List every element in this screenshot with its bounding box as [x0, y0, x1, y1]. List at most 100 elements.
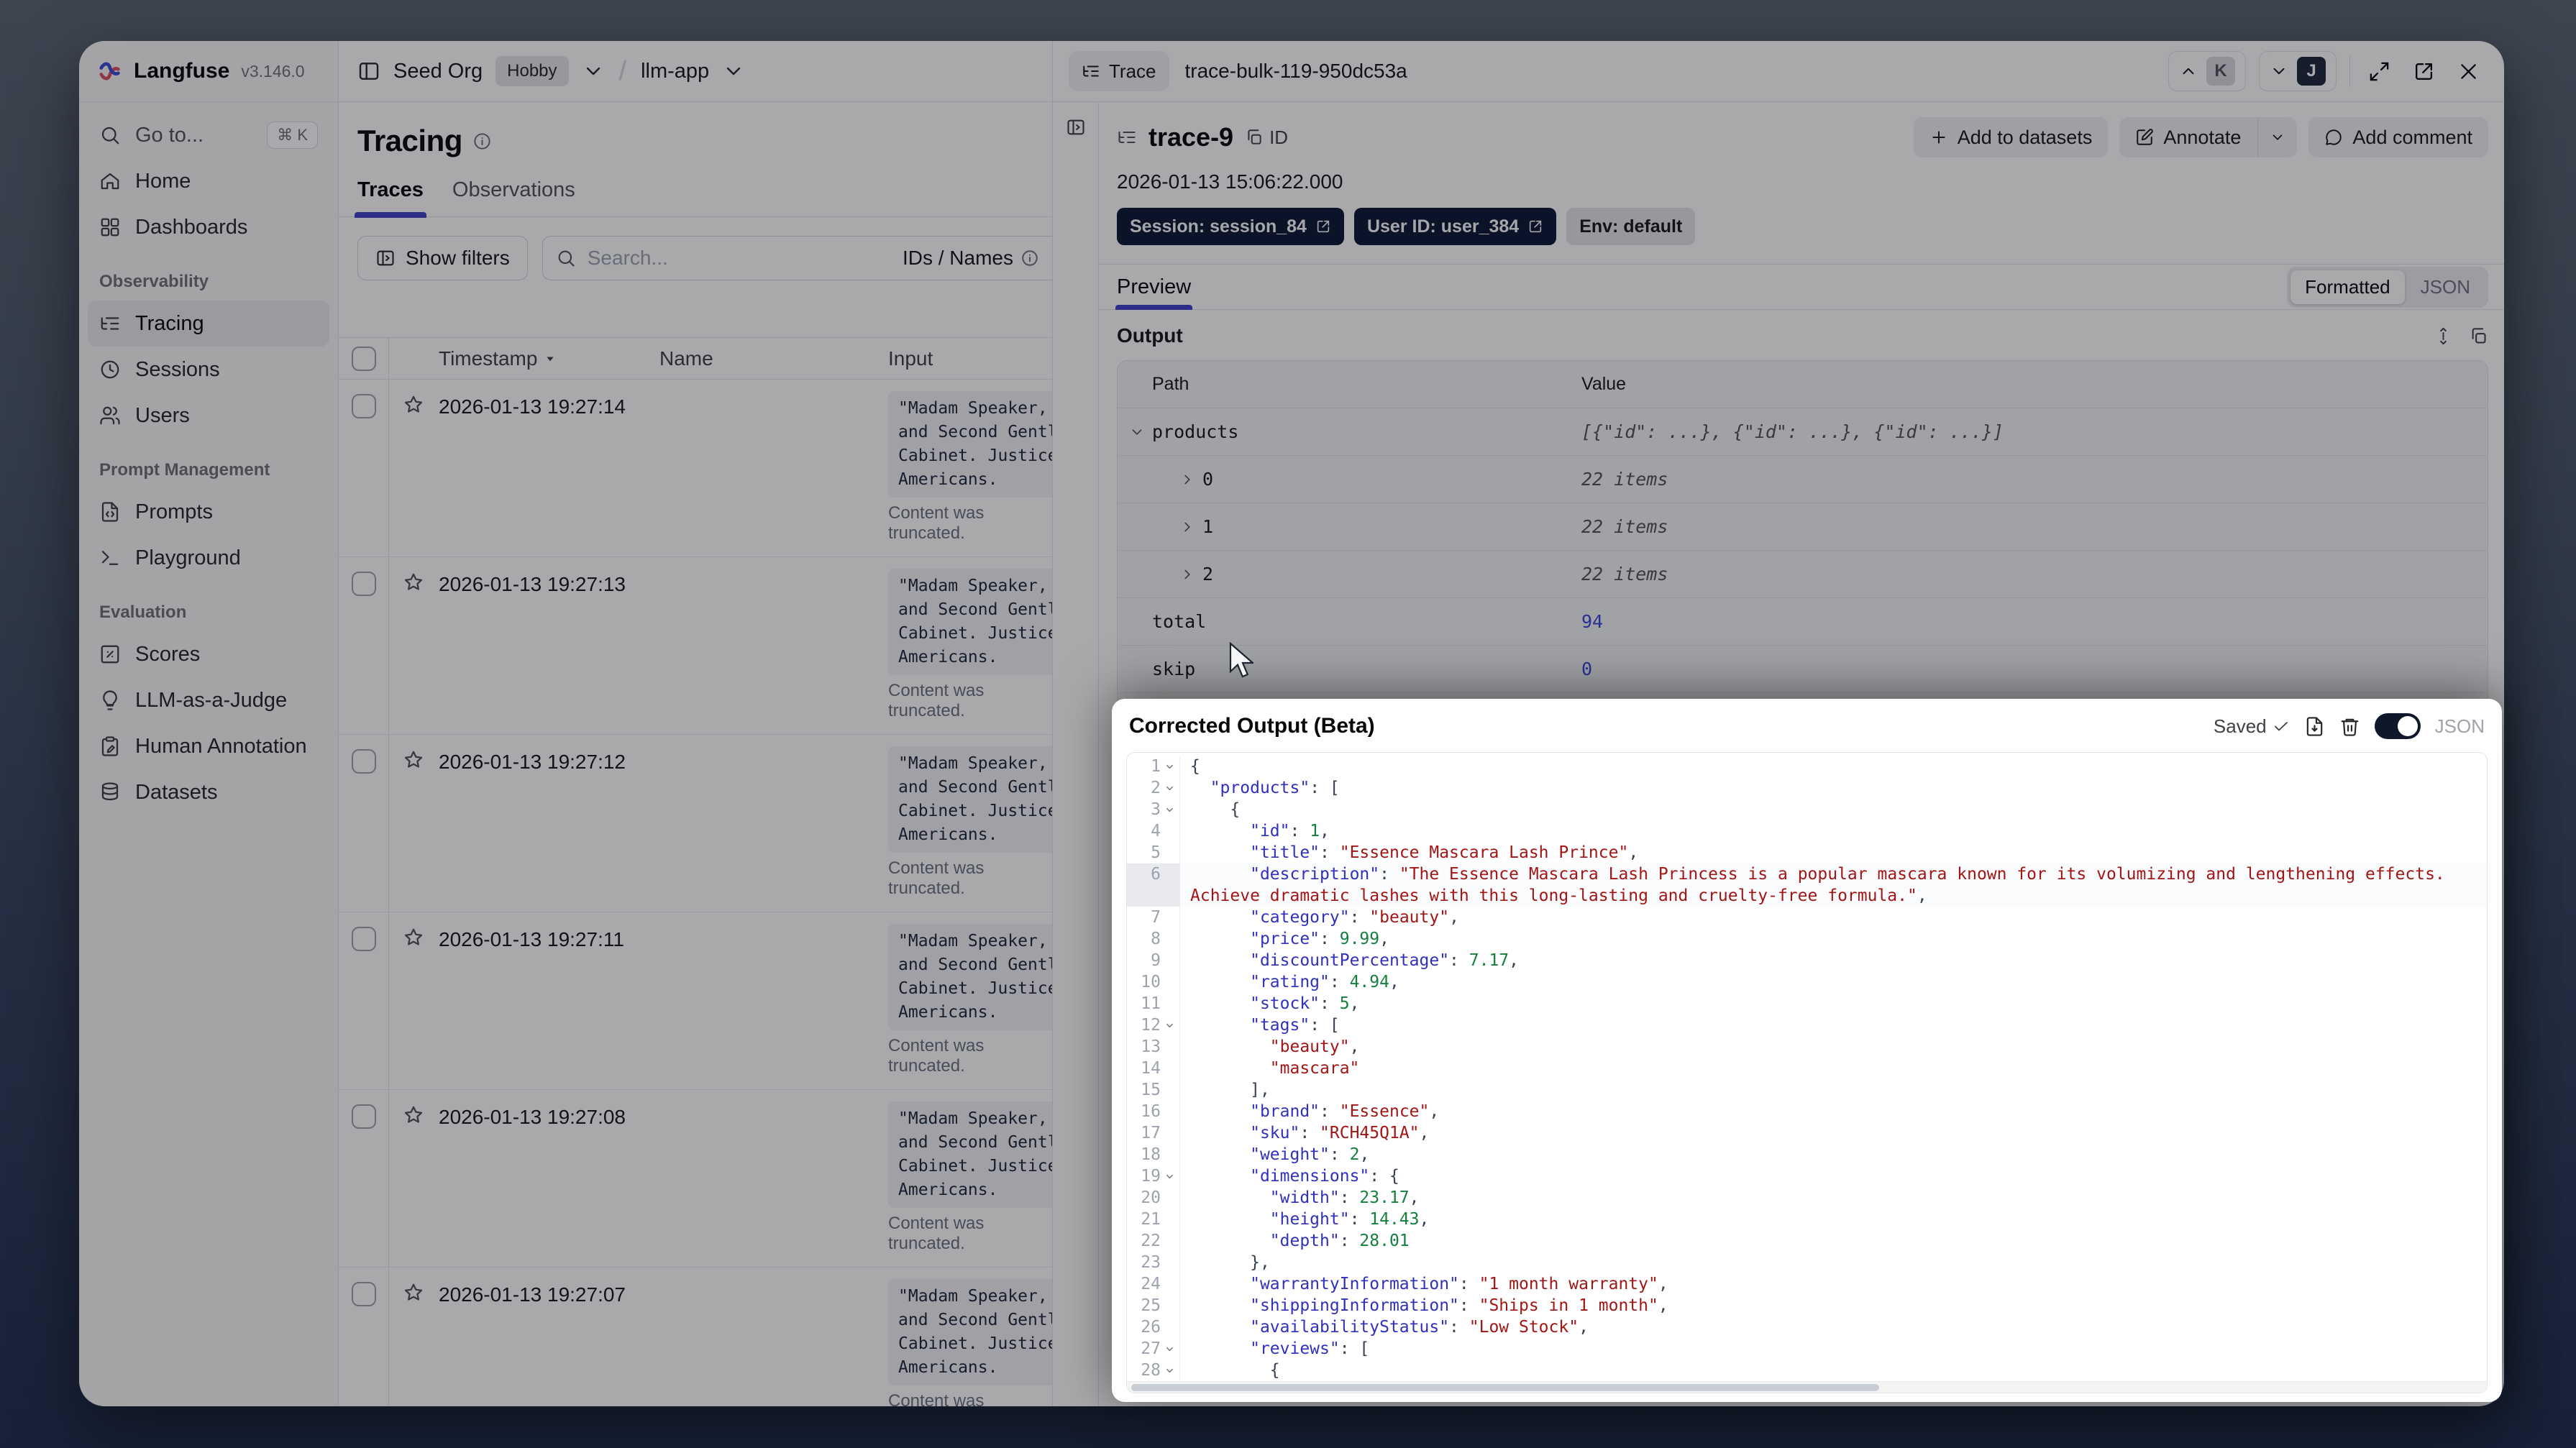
- code-content[interactable]: "reviews": [: [1180, 1338, 2487, 1360]
- code-line: 6 "description": "The Essence Mascara La…: [1127, 863, 2487, 907]
- corrected-output-panel: Corrected Output (Beta) Saved JSON 1 {2 "…: [1112, 699, 2502, 1402]
- code-line: 28 {: [1127, 1360, 2487, 1381]
- fold-toggle: [1162, 1273, 1177, 1295]
- fold-chevron-icon: [1164, 1171, 1175, 1182]
- horizontal-scrollbar[interactable]: [1127, 1381, 2487, 1393]
- code-content[interactable]: "stock": 5,: [1180, 993, 2487, 1014]
- fold-toggle: [1162, 1316, 1177, 1338]
- fold-toggle[interactable]: [1162, 1165, 1177, 1187]
- line-number: 12: [1141, 1016, 1161, 1035]
- fold-toggle: [1162, 1187, 1177, 1209]
- fold-toggle[interactable]: [1162, 1338, 1177, 1360]
- code-content[interactable]: "category": "beauty",: [1180, 907, 2487, 928]
- code-line: 27 "reviews": [: [1127, 1338, 2487, 1360]
- fold-toggle: [1162, 1295, 1177, 1316]
- code-content[interactable]: "shippingInformation": "Ships in 1 month…: [1180, 1295, 2487, 1316]
- code-line: 26 "availabilityStatus": "Low Stock",: [1127, 1316, 2487, 1338]
- line-gutter: 23: [1127, 1252, 1180, 1273]
- line-number: 13: [1141, 1037, 1161, 1056]
- code-line: 15 ],: [1127, 1079, 2487, 1101]
- fold-chevron-icon: [1164, 783, 1175, 794]
- line-gutter: 24: [1127, 1273, 1180, 1295]
- code-content[interactable]: "title": "Essence Mascara Lash Prince",: [1180, 842, 2487, 863]
- code-content[interactable]: {: [1180, 1360, 2487, 1381]
- line-number: 27: [1141, 1339, 1161, 1358]
- code-line: 4 "id": 1,: [1127, 820, 2487, 842]
- code-line: 21 "height": 14.43,: [1127, 1209, 2487, 1230]
- fold-toggle: [1162, 1252, 1177, 1273]
- line-number: 28: [1141, 1361, 1161, 1380]
- line-number: 23: [1141, 1253, 1161, 1272]
- code-line: 17 "sku": "RCH45Q1A",: [1127, 1122, 2487, 1144]
- line-gutter: 13: [1127, 1036, 1180, 1058]
- fold-chevron-icon: [1164, 1344, 1175, 1355]
- code-content[interactable]: "discountPercentage": 7.17,: [1180, 950, 2487, 971]
- code-content[interactable]: "price": 9.99,: [1180, 928, 2487, 950]
- line-number: 20: [1141, 1188, 1161, 1207]
- trash-icon: [2339, 716, 2360, 737]
- line-number: 10: [1141, 973, 1161, 991]
- fold-toggle: [1162, 820, 1177, 842]
- toggle-knob: [2397, 716, 2418, 736]
- line-number: 7: [1151, 908, 1161, 927]
- code-content[interactable]: "beauty",: [1180, 1036, 2487, 1058]
- code-content[interactable]: ],: [1180, 1079, 2487, 1101]
- code-line: 7 "category": "beauty",: [1127, 907, 2487, 928]
- code-content[interactable]: "dimensions": {: [1180, 1165, 2487, 1187]
- saved-status: Saved: [2214, 715, 2290, 738]
- line-gutter: 4: [1127, 820, 1180, 842]
- corrected-output-header: Corrected Output (Beta) Saved JSON: [1112, 699, 2502, 746]
- line-number: 18: [1141, 1145, 1161, 1164]
- json-toggle[interactable]: [2374, 713, 2421, 739]
- line-gutter: 15: [1127, 1079, 1180, 1101]
- line-number: 1: [1151, 757, 1161, 776]
- fold-toggle: [1162, 1079, 1177, 1101]
- code-line: 14 "mascara": [1127, 1058, 2487, 1079]
- code-line: 24 "warrantyInformation": "1 month warra…: [1127, 1273, 2487, 1295]
- code-content[interactable]: "warrantyInformation": "1 month warranty…: [1180, 1273, 2487, 1295]
- code-line: 16 "brand": "Essence",: [1127, 1101, 2487, 1122]
- line-gutter: 16: [1127, 1101, 1180, 1122]
- fold-toggle[interactable]: [1162, 799, 1177, 820]
- code-content[interactable]: "id": 1,: [1180, 820, 2487, 842]
- save-button[interactable]: [2304, 716, 2325, 737]
- code-content[interactable]: "width": 23.17,: [1180, 1187, 2487, 1209]
- code-content[interactable]: "brand": "Essence",: [1180, 1101, 2487, 1122]
- code-line: 2 "products": [: [1127, 777, 2487, 799]
- fold-toggle: [1162, 1122, 1177, 1144]
- fold-toggle: [1162, 863, 1177, 885]
- line-number: 5: [1151, 843, 1161, 862]
- code-content[interactable]: {: [1180, 756, 2487, 777]
- line-gutter: 25: [1127, 1295, 1180, 1316]
- editor-lines: 1{2 "products": [3 {4 "id": 1, 5 "title":…: [1127, 753, 2487, 1381]
- fold-toggle[interactable]: [1162, 1360, 1177, 1381]
- line-number: 25: [1141, 1296, 1161, 1315]
- code-content[interactable]: "height": 14.43,: [1180, 1209, 2487, 1230]
- code-content[interactable]: "tags": [: [1180, 1014, 2487, 1036]
- code-content[interactable]: "mascara": [1180, 1058, 2487, 1079]
- json-editor[interactable]: 1{2 "products": [3 {4 "id": 1, 5 "title":…: [1126, 752, 2488, 1393]
- line-number: 24: [1141, 1275, 1161, 1293]
- fold-toggle[interactable]: [1162, 1014, 1177, 1036]
- code-content[interactable]: "rating": 4.94,: [1180, 971, 2487, 993]
- code-content[interactable]: "sku": "RCH45Q1A",: [1180, 1122, 2487, 1144]
- code-content[interactable]: "weight": 2,: [1180, 1144, 2487, 1165]
- delete-button[interactable]: [2339, 716, 2360, 737]
- code-content[interactable]: "description": "The Essence Mascara Lash…: [1180, 863, 2487, 907]
- fold-toggle: [1162, 1230, 1177, 1252]
- code-content[interactable]: "depth": 28.01: [1180, 1230, 2487, 1252]
- fold-toggle[interactable]: [1162, 777, 1177, 799]
- line-number: 15: [1141, 1081, 1161, 1099]
- code-content[interactable]: },: [1180, 1252, 2487, 1273]
- fold-chevron-icon: [1164, 1365, 1175, 1376]
- code-content[interactable]: "availabilityStatus": "Low Stock",: [1180, 1316, 2487, 1338]
- code-content[interactable]: "products": [: [1180, 777, 2487, 799]
- line-gutter: 18: [1127, 1144, 1180, 1165]
- scrollbar-thumb[interactable]: [1131, 1384, 1880, 1391]
- code-content[interactable]: {: [1180, 799, 2487, 820]
- line-number: 14: [1141, 1059, 1161, 1078]
- line-gutter: 2: [1127, 777, 1180, 799]
- fold-toggle: [1162, 993, 1177, 1014]
- fold-toggle[interactable]: [1162, 756, 1177, 777]
- code-line: 18 "weight": 2,: [1127, 1144, 2487, 1165]
